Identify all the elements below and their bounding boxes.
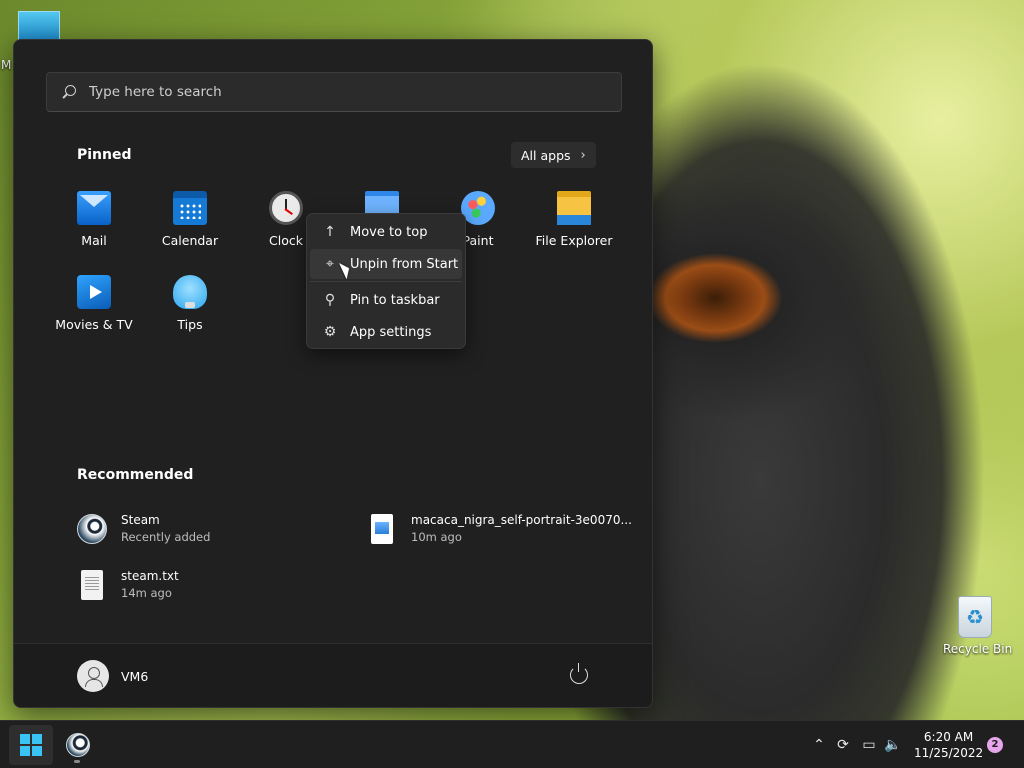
menu-separator bbox=[310, 281, 462, 282]
clock-icon bbox=[269, 191, 303, 225]
menu-item-label: Move to top bbox=[350, 224, 428, 240]
all-apps-button[interactable]: All apps › bbox=[511, 142, 596, 168]
context-menu: ↑ Move to top ⌖ Unpin from Start ⚲ Pin t… bbox=[306, 213, 466, 349]
user-name: VM6 bbox=[121, 668, 149, 684]
pinned-app-movies-tv[interactable]: Movies & TV bbox=[46, 275, 142, 332]
menu-item-pin-to-taskbar[interactable]: ⚲ Pin to taskbar bbox=[310, 285, 462, 315]
start-menu: Pinned All apps › Mail Calendar Clock Pa… bbox=[13, 39, 653, 708]
menu-item-label: Pin to taskbar bbox=[350, 292, 440, 308]
taskbar-steam-button[interactable] bbox=[58, 725, 98, 765]
user-account-button[interactable]: VM6 bbox=[77, 660, 148, 692]
windows-logo-icon bbox=[20, 734, 30, 744]
search-input[interactable] bbox=[89, 84, 589, 100]
recommended-item-steam[interactable]: Steam Recently added bbox=[77, 513, 210, 544]
recommended-item-image[interactable]: macaca_nigra_self-portrait-3e0070... 10m… bbox=[367, 513, 632, 544]
mail-icon bbox=[77, 191, 111, 225]
recommended-heading: Recommended bbox=[77, 467, 194, 483]
gear-icon: ⚙ bbox=[323, 324, 337, 340]
power-icon[interactable] bbox=[570, 663, 588, 684]
start-button[interactable] bbox=[9, 725, 53, 765]
image-file-icon bbox=[371, 513, 393, 544]
pinned-app-mail[interactable]: Mail bbox=[46, 191, 142, 248]
recycle-bin-label: Recycle Bin bbox=[943, 642, 1013, 656]
volume-icon[interactable]: 🔈 bbox=[882, 734, 904, 756]
menu-item-unpin-from-start[interactable]: ⌖ Unpin from Start bbox=[310, 249, 462, 279]
recommended-item-detail: 14m ago bbox=[121, 586, 172, 600]
recycle-bin-icon: ♻ bbox=[958, 596, 992, 638]
notification-badge[interactable]: 2 bbox=[987, 737, 1003, 753]
pinned-app-calendar[interactable]: Calendar bbox=[142, 191, 238, 248]
pinned-app-file-explorer[interactable]: File Explorer bbox=[526, 191, 622, 248]
recommended-item-detail: 10m ago bbox=[411, 530, 462, 544]
all-apps-label: All apps bbox=[521, 147, 571, 163]
recommended-item-name: steam.txt bbox=[121, 569, 179, 583]
pinned-app-label: Calendar bbox=[161, 233, 219, 248]
pin-icon: ⚲ bbox=[324, 292, 336, 308]
menu-item-label: App settings bbox=[350, 324, 432, 340]
arrow-up-icon: ↑ bbox=[324, 224, 336, 240]
recommended-item-steam-txt[interactable]: steam.txt 14m ago bbox=[77, 569, 179, 600]
desktop-shortcut-label: M bbox=[1, 58, 12, 72]
clock-date[interactable]: 6:20 AM 11/25/2022 bbox=[914, 729, 983, 761]
menu-item-move-to-top[interactable]: ↑ Move to top bbox=[310, 217, 462, 247]
search-box[interactable] bbox=[46, 72, 622, 112]
chevron-right-icon: › bbox=[580, 147, 586, 163]
folder-icon bbox=[557, 191, 591, 225]
pinned-app-tips[interactable]: Tips bbox=[142, 275, 238, 332]
unpin-icon: ⌖ bbox=[326, 256, 334, 272]
recommended-item-name: Steam bbox=[121, 513, 160, 527]
pinned-app-label: Mail bbox=[81, 233, 107, 248]
pinned-heading: Pinned bbox=[77, 147, 132, 163]
steam-icon bbox=[77, 513, 107, 544]
pinned-app-label: Tips bbox=[177, 317, 203, 332]
start-menu-footer: VM6 bbox=[14, 643, 652, 707]
sync-icon[interactable]: ⟳ bbox=[832, 734, 854, 756]
show-hidden-icons-chevron-icon[interactable]: ⌃ bbox=[808, 734, 830, 756]
paint-icon bbox=[461, 191, 495, 225]
recycle-bin-shortcut[interactable]: ♻ Recycle Bin bbox=[943, 596, 1013, 656]
user-avatar-icon bbox=[77, 660, 109, 692]
text-file-icon bbox=[81, 569, 103, 600]
taskbar: ⌃ ⟳ ▭ 🔈 6:20 AM 11/25/2022 2 bbox=[0, 720, 1024, 768]
search-icon bbox=[61, 84, 77, 100]
desktop-shortcut-icon[interactable] bbox=[18, 11, 60, 41]
movies-icon bbox=[77, 275, 111, 309]
steam-icon bbox=[66, 733, 90, 757]
network-icon[interactable]: ▭ bbox=[858, 734, 880, 756]
clock-time: 6:20 AM bbox=[923, 730, 974, 744]
tips-icon bbox=[173, 275, 207, 309]
menu-item-label: Unpin from Start bbox=[350, 256, 459, 272]
recommended-item-detail: Recently added bbox=[121, 530, 211, 544]
calendar-icon bbox=[173, 191, 207, 225]
recommended-item-name: macaca_nigra_self-portrait-3e0070... bbox=[411, 513, 632, 527]
pinned-app-label: File Explorer bbox=[535, 233, 613, 248]
clock-date-text: 11/25/2022 bbox=[914, 746, 984, 760]
menu-item-app-settings[interactable]: ⚙ App settings bbox=[310, 317, 462, 347]
system-tray: ⌃ ⟳ ▭ 🔈 bbox=[808, 721, 904, 768]
pinned-app-label: Movies & TV bbox=[55, 317, 133, 332]
